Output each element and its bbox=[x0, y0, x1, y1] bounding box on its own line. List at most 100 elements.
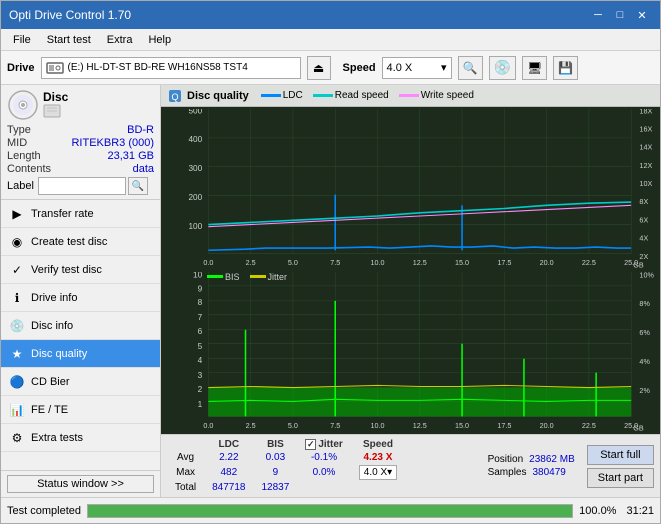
bis-total: 12837 bbox=[254, 481, 298, 494]
charts-area: 500 400 300 200 100 18X 16X 14X 12X 10X … bbox=[161, 107, 660, 434]
save-button[interactable]: 💾 bbox=[553, 56, 578, 80]
svg-text:100: 100 bbox=[188, 221, 202, 231]
sidebar-item-disc-info[interactable]: 💿 Disc info bbox=[1, 312, 160, 340]
disc-quality-icon: ★ bbox=[9, 346, 25, 362]
svg-text:12.5: 12.5 bbox=[413, 421, 427, 430]
speed-total-empty bbox=[351, 481, 405, 494]
svg-text:Q: Q bbox=[171, 92, 178, 102]
disc-section-title: Disc bbox=[43, 90, 68, 104]
start-part-button[interactable]: Start part bbox=[587, 468, 654, 488]
svg-text:12X: 12X bbox=[639, 161, 652, 170]
start-full-button[interactable]: Start full bbox=[587, 445, 654, 465]
sidebar-item-fe-te[interactable]: 📊 FE / TE bbox=[1, 396, 160, 424]
disc-info-icon: 💿 bbox=[9, 318, 25, 334]
svg-text:6X: 6X bbox=[639, 215, 648, 224]
svg-text:400: 400 bbox=[188, 134, 202, 144]
nav-list: ▶ Transfer rate ◉ Create test disc ✓ Ver… bbox=[1, 200, 160, 452]
sidebar-item-disc-quality[interactable]: ★ Disc quality bbox=[1, 340, 160, 368]
svg-text:17.5: 17.5 bbox=[497, 258, 511, 267]
info-button[interactable]: 🖥 bbox=[522, 56, 547, 80]
position-val: 23862 MB bbox=[529, 454, 575, 465]
contents-label: Contents bbox=[7, 163, 51, 175]
menu-help[interactable]: Help bbox=[140, 32, 179, 48]
write-legend-label: Write speed bbox=[421, 90, 474, 101]
label-input[interactable] bbox=[38, 177, 126, 195]
svg-text:10%: 10% bbox=[639, 272, 654, 279]
svg-text:300: 300 bbox=[188, 163, 202, 173]
cd-bier-label: CD Bier bbox=[31, 376, 70, 388]
svg-text:GB: GB bbox=[633, 260, 644, 269]
menu-extra[interactable]: Extra bbox=[99, 32, 141, 48]
drive-selector[interactable]: (E:) HL-DT-ST BD-RE WH16NS58 TST4 bbox=[41, 57, 301, 79]
stat-col-empty bbox=[167, 438, 204, 451]
ldc-legend-label: LDC bbox=[283, 90, 303, 101]
speed-select-cell[interactable]: 4.0 X▾ bbox=[351, 464, 405, 481]
sidebar-item-verify-test-disc[interactable]: ✓ Verify test disc bbox=[1, 256, 160, 284]
maximize-button[interactable]: □ bbox=[610, 6, 630, 24]
legend-ldc: LDC bbox=[261, 90, 303, 101]
close-button[interactable]: ✕ bbox=[632, 6, 652, 24]
transfer-rate-icon: ▶ bbox=[9, 206, 25, 222]
left-column: Disc Type BD-R MID RITEKBR3 (000) Length… bbox=[1, 85, 161, 497]
disc-quality-label: Disc quality bbox=[31, 348, 87, 360]
svg-text:9: 9 bbox=[198, 283, 203, 293]
scan-button[interactable]: 🔍 bbox=[458, 56, 483, 80]
disc-small-icon bbox=[43, 104, 61, 118]
drive-value: (E:) HL-DT-ST BD-RE WH16NS58 TST4 bbox=[68, 62, 248, 73]
chart-header-icon: Q bbox=[169, 90, 181, 102]
speed-stat-val: 4.23 X bbox=[351, 451, 405, 464]
svg-text:7.5: 7.5 bbox=[330, 258, 340, 267]
position-label: Position bbox=[488, 454, 524, 465]
menu-starttest[interactable]: Start test bbox=[39, 32, 99, 48]
menubar: File Start test Extra Help bbox=[1, 29, 660, 51]
svg-text:7.5: 7.5 bbox=[330, 421, 340, 430]
disc-panel: Disc Type BD-R MID RITEKBR3 (000) Length… bbox=[1, 85, 160, 200]
minimize-button[interactable]: ─ bbox=[588, 6, 608, 24]
drive-icon bbox=[46, 61, 64, 75]
svg-text:1: 1 bbox=[198, 398, 203, 408]
read-legend-color bbox=[313, 94, 333, 97]
speed-dropdown[interactable]: 4.0 X▾ bbox=[359, 465, 397, 480]
progress-bar-inner bbox=[88, 505, 572, 517]
extra-tests-icon: ⚙ bbox=[9, 430, 25, 446]
svg-text:10.0: 10.0 bbox=[370, 258, 384, 267]
svg-text:20.0: 20.0 bbox=[540, 258, 554, 267]
sidebar-item-transfer-rate[interactable]: ▶ Transfer rate bbox=[1, 200, 160, 228]
jitter-legend: Jitter bbox=[268, 272, 288, 282]
burn-button[interactable]: 💿 bbox=[489, 56, 516, 80]
svg-text:4X: 4X bbox=[639, 233, 648, 242]
ldc-avg: 2.22 bbox=[204, 451, 253, 464]
svg-text:0.0: 0.0 bbox=[203, 421, 213, 430]
sidebar-item-extra-tests[interactable]: ⚙ Extra tests bbox=[1, 424, 160, 452]
label-label: Label bbox=[7, 180, 34, 192]
speed-value: 4.0 X bbox=[387, 62, 413, 74]
mid-label: MID bbox=[7, 137, 27, 149]
label-icon-button[interactable]: 🔍 bbox=[128, 177, 148, 195]
svg-text:22.5: 22.5 bbox=[582, 421, 596, 430]
svg-text:8: 8 bbox=[198, 297, 203, 307]
sidebar-item-cd-bier[interactable]: 🔵 CD Bier bbox=[1, 368, 160, 396]
app-status-bar: Test completed 100.0% 31:21 bbox=[1, 497, 660, 523]
svg-text:15.0: 15.0 bbox=[455, 421, 469, 430]
eject-button[interactable]: ⏏ bbox=[307, 56, 331, 80]
sidebar-item-drive-info[interactable]: ℹ Drive info bbox=[1, 284, 160, 312]
menu-file[interactable]: File bbox=[5, 32, 39, 48]
svg-text:10: 10 bbox=[193, 272, 202, 279]
svg-text:GB: GB bbox=[633, 423, 644, 432]
drive-info-icon: ℹ bbox=[9, 290, 25, 306]
svg-text:5.0: 5.0 bbox=[288, 421, 298, 430]
mid-value: RITEKBR3 (000) bbox=[71, 137, 154, 149]
svg-text:22.5: 22.5 bbox=[582, 258, 596, 267]
sidebar-item-create-test-disc[interactable]: ◉ Create test disc bbox=[1, 228, 160, 256]
status-window-area: Status window >> bbox=[1, 470, 160, 497]
stat-col-bis: BIS bbox=[254, 438, 298, 451]
action-buttons: Start full Start part bbox=[587, 445, 654, 488]
svg-text:200: 200 bbox=[188, 192, 202, 202]
progress-bar-outer bbox=[87, 504, 573, 518]
svg-text:4: 4 bbox=[198, 354, 203, 364]
speed-selector[interactable]: 4.0 X ▾ bbox=[382, 57, 452, 79]
svg-text:2.5: 2.5 bbox=[246, 258, 256, 267]
jitter-checkbox[interactable]: ✓ bbox=[305, 439, 316, 450]
status-window-button[interactable]: Status window >> bbox=[7, 475, 154, 493]
contents-value: data bbox=[133, 163, 154, 175]
